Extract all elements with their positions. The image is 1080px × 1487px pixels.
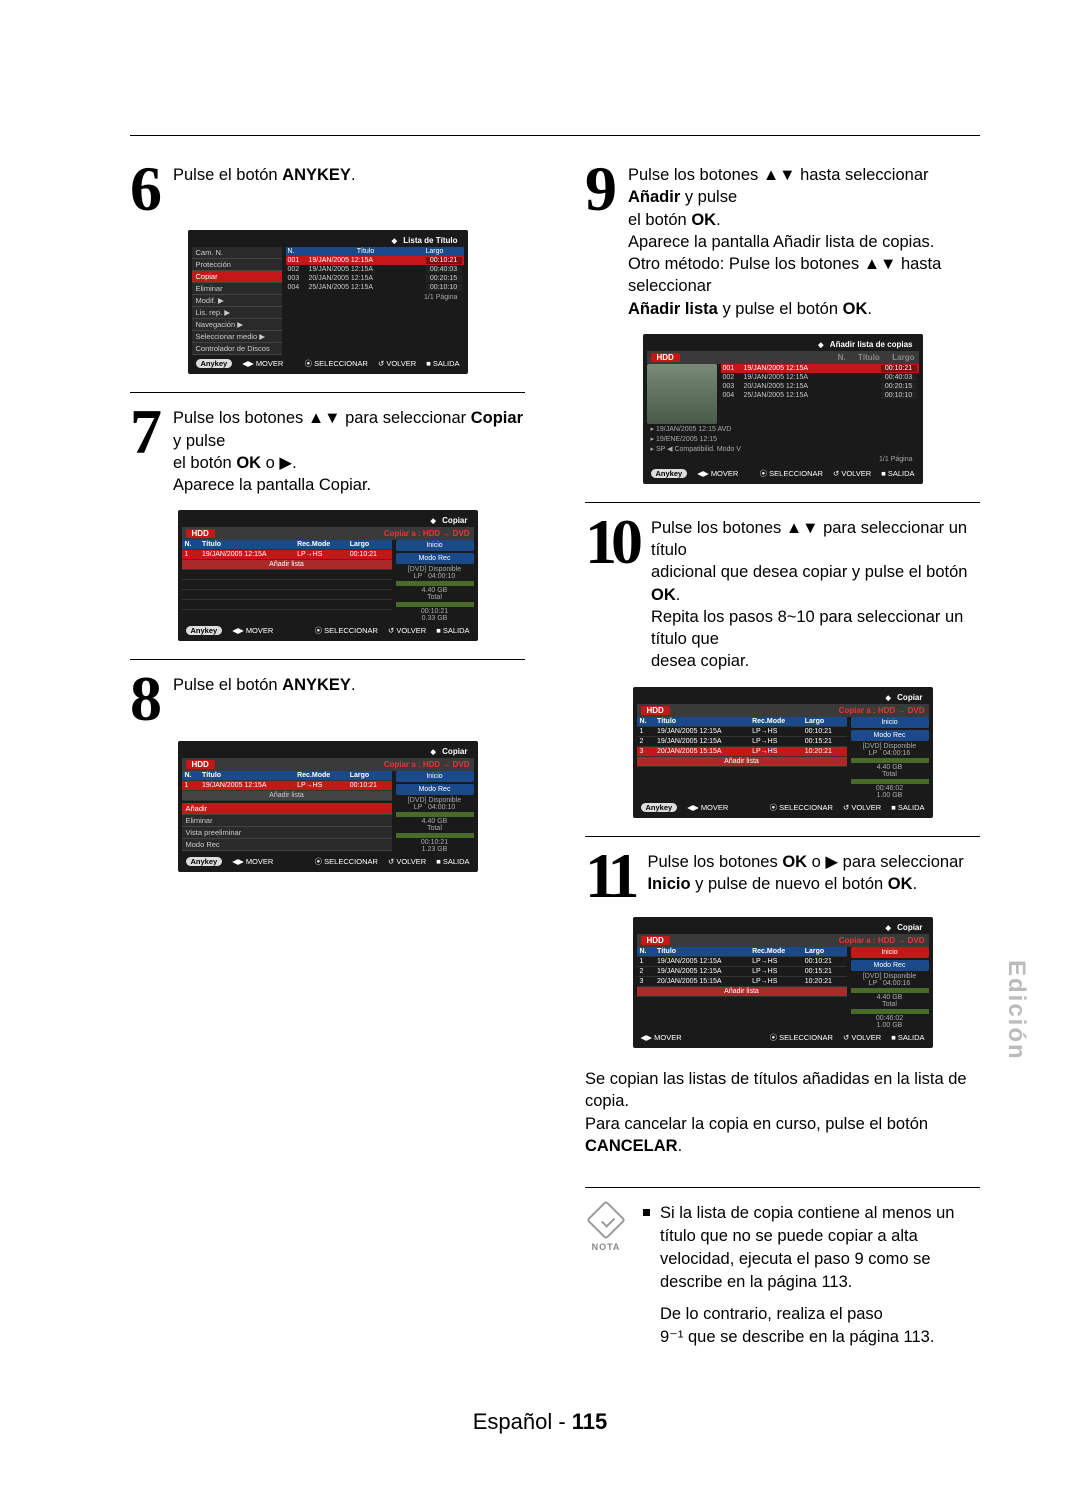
note-bullet-2b: 9⁻¹ que se describe en la página 113. [643, 1326, 980, 1349]
columns: 6 Pulse el botón ANYKEY. Lista de Título… [130, 150, 980, 1349]
step-6: 6 Pulse el botón ANYKEY. [130, 162, 525, 216]
step-num: 9 [585, 162, 614, 320]
ss6-sidebar: Cam. N.ProtecciónCopiarEliminarModif. ▶L… [192, 247, 282, 355]
step-11: 11 Pulse los botones OK o ▶ para selecci… [585, 849, 980, 903]
screenshot-11: Copiar HDDCopiar a : HDD → DVD N.TítuloR… [633, 917, 933, 1048]
ss-title: Lista de Título [403, 236, 457, 245]
screenshot-7: Copiar HDDCopiar a : HDD → DVD N.TítuloR… [178, 510, 478, 641]
top-rule [130, 135, 980, 136]
step-text: Pulse los botones ▲▼ para seleccionar un… [651, 515, 980, 673]
page: 6 Pulse el botón ANYKEY. Lista de Título… [0, 0, 1080, 1487]
step-8: 8 Pulse el botón ANYKEY. [130, 672, 525, 726]
step-num: 7 [130, 405, 159, 496]
step-text: Pulse los botones OK o ▶ para selecciona… [647, 849, 980, 903]
step-text: Pulse el botón ANYKEY. [173, 162, 525, 216]
step-num: 10 [585, 515, 637, 673]
step-text: Pulse los botones ▲▼ hasta seleccionar A… [628, 162, 980, 320]
step-num: 11 [585, 849, 633, 903]
screenshot-6: Lista de Título Cam. N.ProtecciónCopiarE… [188, 230, 468, 374]
step-text: Pulse los botones ▲▼ para seleccionar Co… [173, 405, 525, 496]
note-icon [586, 1200, 626, 1240]
post-11-text: Se copian las listas de títulos añadidas… [585, 1066, 980, 1157]
page-footer: Español - 115 [0, 1409, 1080, 1435]
ss6-list: N.TítuloLargo 00119/JAN/2005 12:15A00:10… [286, 247, 464, 355]
note-block: NOTA Si la lista de copia contiene al me… [585, 1187, 980, 1349]
screenshot-10: Copiar HDDCopiar a : HDD → DVD N.TítuloR… [633, 687, 933, 818]
note-label: NOTA [585, 1242, 627, 1252]
step-9: 9 Pulse los botones ▲▼ hasta seleccionar… [585, 162, 980, 320]
col-right: 9 Pulse los botones ▲▼ hasta seleccionar… [585, 150, 980, 1349]
step-text: Pulse el botón ANYKEY. [173, 672, 525, 726]
screenshot-9: Añadir lista de copias HDDN. Título Larg… [643, 334, 923, 484]
step-num: 6 [130, 162, 159, 216]
side-tab: Edición [1002, 960, 1030, 1061]
preview-thumb [647, 364, 717, 424]
screenshot-8: Copiar HDDCopiar a : HDD → DVD N.TítuloR… [178, 741, 478, 872]
note-bullet-2a: De lo contrario, realiza el paso [643, 1303, 980, 1326]
col-left: 6 Pulse el botón ANYKEY. Lista de Título… [130, 150, 525, 1349]
step-7: 7 Pulse los botones ▲▼ para seleccionar … [130, 405, 525, 496]
step-10: 10 Pulse los botones ▲▼ para seleccionar… [585, 515, 980, 673]
step-num: 8 [130, 672, 159, 726]
note-bullet-1: Si la lista de copia contiene al menos u… [660, 1202, 980, 1294]
